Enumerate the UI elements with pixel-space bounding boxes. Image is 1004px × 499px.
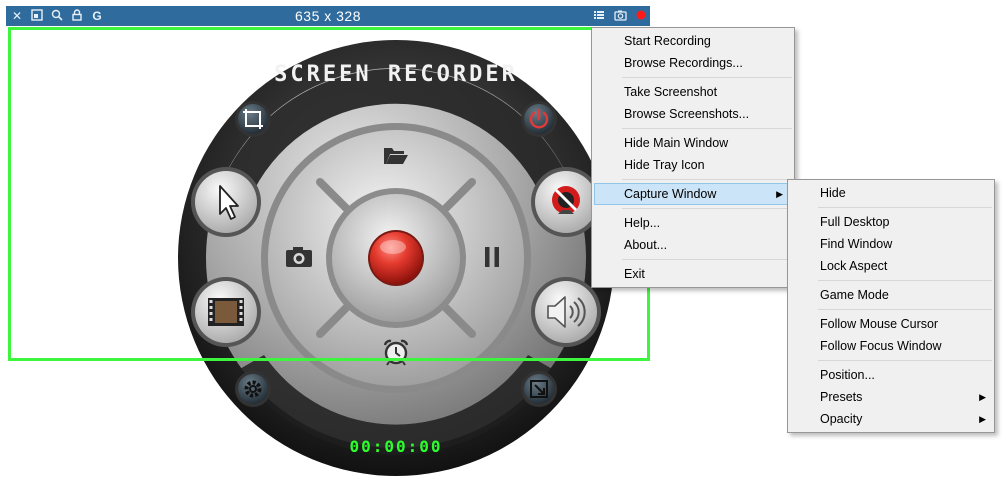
menu-item-hide[interactable]: Hide [788,182,994,204]
record-dot-icon[interactable] [634,9,648,23]
submenu-arrow-icon: ▶ [979,392,986,402]
menu-item-label: Exit [624,267,645,281]
menu-item-label: Start Recording [624,34,711,48]
menu-item-label: Hide Tray Icon [624,158,705,172]
menu-item-label: Hide Main Window [624,136,729,150]
menu-item-presets[interactable]: Presets ▶ [788,386,994,408]
context-menu: Start Recording Browse Recordings... Take … [591,27,795,288]
recording-timer: 00:00:00 [349,437,443,456]
menu-separator [818,207,992,208]
resize-icon[interactable] [520,370,558,408]
menu-item-label: About... [624,238,668,252]
menu-item-label: Lock Aspect [820,259,888,273]
settings-gear-icon[interactable] [234,370,272,408]
menu-item-label: Position... [820,368,875,382]
submenu-arrow-icon: ▶ [979,414,986,424]
capture-window-submenu: Hide Full Desktop Find Window Lock Aspect Ga… [787,179,995,433]
camera-icon[interactable] [613,9,627,23]
menu-item-label: Hide [820,186,846,200]
menu-separator [818,360,992,361]
menu-item-label: Browse Recordings... [624,56,743,70]
menu-item-about[interactable]: About... [592,234,794,256]
menu-item-lock-aspect[interactable]: Lock Aspect [788,255,994,277]
menu-item-label: Presets [820,390,863,404]
menu-item-label: Game Mode [820,288,889,302]
capture-dimensions: 635 x 328 [295,8,361,24]
menu-item-game-mode[interactable]: Game Mode [788,284,994,306]
menu-item-browse-screenshots[interactable]: Browse Screenshots... [592,103,794,125]
menu-item-take-screenshot[interactable]: Take Screenshot [592,81,794,103]
menu-item-help[interactable]: Help... [592,212,794,234]
menu-item-capture-window[interactable]: Capture Window ▶ [594,183,792,205]
menu-separator [818,309,992,310]
menu-item-label: Browse Screenshots... [624,107,750,121]
menu-item-label: Follow Mouse Cursor [820,317,939,331]
menu-separator [622,179,792,180]
menu-item-label: Opacity [820,412,863,426]
menu-item-opacity[interactable]: Opacity ▶ [788,408,994,430]
menu-separator [622,128,792,129]
menu-item-label: Find Window [820,237,893,251]
menu-separator [818,280,992,281]
menu-item-follow-mouse-cursor[interactable]: Follow Mouse Cursor [788,313,994,335]
menu-item-start-recording[interactable]: Start Recording [592,30,794,52]
menu-item-hide-main-window[interactable]: Hide Main Window [592,132,794,154]
list-icon[interactable] [592,9,606,23]
menu-item-label: Full Desktop [820,215,890,229]
menu-item-find-window[interactable]: Find Window [788,233,994,255]
menu-item-follow-focus-window[interactable]: Follow Focus Window [788,335,994,357]
submenu-arrow-icon: ▶ [776,189,783,199]
menu-item-full-desktop[interactable]: Full Desktop [788,211,994,233]
capture-toolbar: ✕ G 635 x 328 [6,6,650,26]
menu-separator [622,259,792,260]
menu-item-label: Help... [624,216,661,230]
menu-item-label: Follow Focus Window [820,339,942,353]
capture-region-frame[interactable] [8,27,650,361]
menu-item-exit[interactable]: Exit [592,263,794,285]
menu-item-position[interactable]: Position... [788,364,994,386]
menu-item-label: Take Screenshot [624,85,718,99]
menu-item-label: Capture Window [624,187,717,201]
menu-item-hide-tray-icon[interactable]: Hide Tray Icon [592,154,794,176]
menu-item-browse-recordings[interactable]: Browse Recordings... [592,52,794,74]
menu-separator [622,77,792,78]
menu-separator [622,208,792,209]
